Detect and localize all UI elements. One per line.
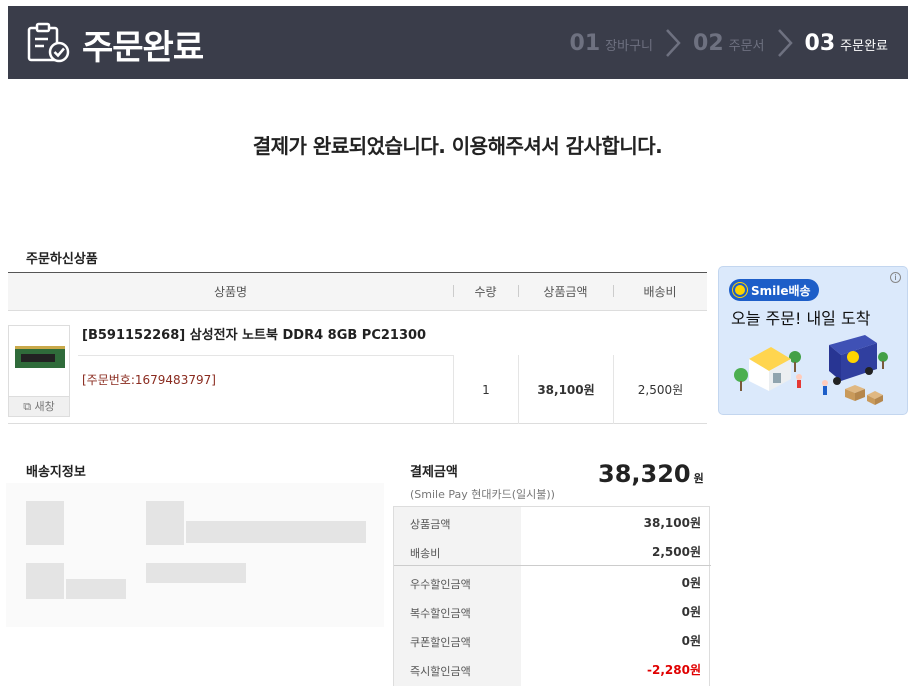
new-window-label: 새창 (34, 400, 55, 413)
amount-value: 38,100원 (518, 355, 613, 424)
step-label: 주문완료 (840, 38, 888, 54)
divider (394, 565, 711, 566)
delivery-info-redacted (6, 483, 384, 627)
step-label: 장바구니 (605, 38, 654, 54)
product-name-link[interactable]: [B591152268] 삼성전자 노트북 DDR4 8GB PC21300 (82, 324, 426, 343)
payment-row-coupon-discount: 쿠폰할인금액 0원 (394, 625, 711, 654)
smile-logo-icon (733, 283, 747, 297)
payment-total-unit: 원 (693, 472, 704, 485)
payment-row-label: 상품금액 (410, 518, 451, 531)
quantity-value: 1 (453, 355, 518, 424)
smile-delivery-ad[interactable]: Smile배송 i 오늘 주문! 내일 도착 (718, 266, 908, 415)
payment-row-value: -2,280원 (647, 663, 701, 677)
column-header-shipping: 배송비 (613, 283, 707, 300)
payment-method: (Smile Pay 현대카드(일시불)) (410, 488, 555, 501)
column-header-amount: 상품금액 (518, 283, 613, 300)
payment-row-label: 배송비 (410, 547, 441, 560)
column-header-quantity: 수량 (453, 283, 518, 300)
chevron-right-icon (777, 29, 793, 57)
step-cart: 01 장바구니 (570, 31, 653, 56)
table-row: ⧉ 새창 [B591152268] 삼성전자 노트북 DDR4 8GB PC21… (8, 311, 707, 424)
column-header-name: 상품명 (213, 285, 248, 299)
payment-row-value: 0원 (681, 634, 701, 648)
payment-row-product-amount: 상품금액 38,100원 (394, 507, 711, 536)
order-number: [주문번호:1679483797] (82, 373, 216, 387)
payment-row-instant-discount: 즉시할인금액 -2,280원 (394, 654, 711, 683)
new-window-icon: ⧉ (23, 400, 32, 413)
step-number: 02 (693, 30, 724, 56)
order-steps: 01 장바구니 02 주문서 03 주문완료 (570, 28, 888, 58)
ordered-products-table: 상품명 수량 상품금액 배송비 ⧉ 새창 [B591152268] 삼성전자 노… (8, 272, 707, 424)
step-order-complete: 03 주문완료 (805, 31, 888, 56)
clipboard-check-icon (27, 22, 70, 63)
step-number: 01 (569, 30, 601, 56)
payment-title: 결제금액 (410, 465, 458, 480)
payment-total: 38,320 원 (598, 460, 704, 488)
payment-row-label: 즉시할인금액 (410, 665, 471, 678)
payment-row-excellent-discount: 우수할인금액 0원 (394, 567, 711, 596)
chevron-right-icon (666, 29, 681, 57)
payment-row-label: 복수할인금액 (410, 607, 471, 620)
payment-row-value: 2,500원 (652, 545, 701, 559)
divider (78, 355, 453, 356)
ad-info-icon[interactable]: i (890, 272, 901, 283)
payment-row-shipping: 배송비 2,500원 (394, 536, 711, 565)
payment-total-value: 38,320 (598, 460, 691, 488)
product-thumbnail[interactable]: ⧉ 새창 (8, 325, 70, 417)
payment-row-value: 0원 (681, 576, 701, 590)
page-title: 주문완료 (82, 28, 204, 68)
delivery-illustration (734, 335, 888, 405)
delivery-info-title: 배송지정보 (26, 465, 86, 480)
payment-row-value: 38,100원 (643, 516, 701, 530)
badge-label: Smile배송 (751, 283, 811, 298)
completion-message: 결제가 완료되었습니다. 이용해주셔서 감사합니다. (252, 134, 663, 158)
shipping-value: 2,500원 (613, 355, 707, 424)
step-number: 03 (804, 30, 836, 56)
ordered-products-title: 주문하신상품 (26, 252, 98, 267)
header-bar: 주문완료 01 장바구니 02 주문서 03 주문완료 (8, 6, 908, 79)
payment-row-label: 쿠폰할인금액 (410, 636, 471, 649)
table-header: 상품명 수량 상품금액 배송비 (8, 273, 707, 311)
payment-row-multiple-discount: 복수할인금액 0원 (394, 596, 711, 625)
payment-row-label: 우수할인금액 (410, 578, 471, 591)
step-label: 주문서 (728, 38, 765, 54)
new-window-button[interactable]: ⧉ 새창 (9, 396, 69, 416)
smile-delivery-badge: Smile배송 (729, 279, 819, 301)
payment-row-value: 0원 (681, 605, 701, 619)
ram-module-image (15, 346, 65, 368)
order-complete-page: 주문완료 01 장바구니 02 주문서 03 주문완료 결제가 완료되었습니다.… (0, 0, 915, 686)
ad-tagline: 오늘 주문! 내일 도착 (731, 309, 871, 328)
step-order-form: 02 주문서 (693, 31, 765, 56)
payment-breakdown-table: 상품금액 38,100원 배송비 2,500원 우수할인금액 0원 복수할인금액… (393, 506, 711, 686)
